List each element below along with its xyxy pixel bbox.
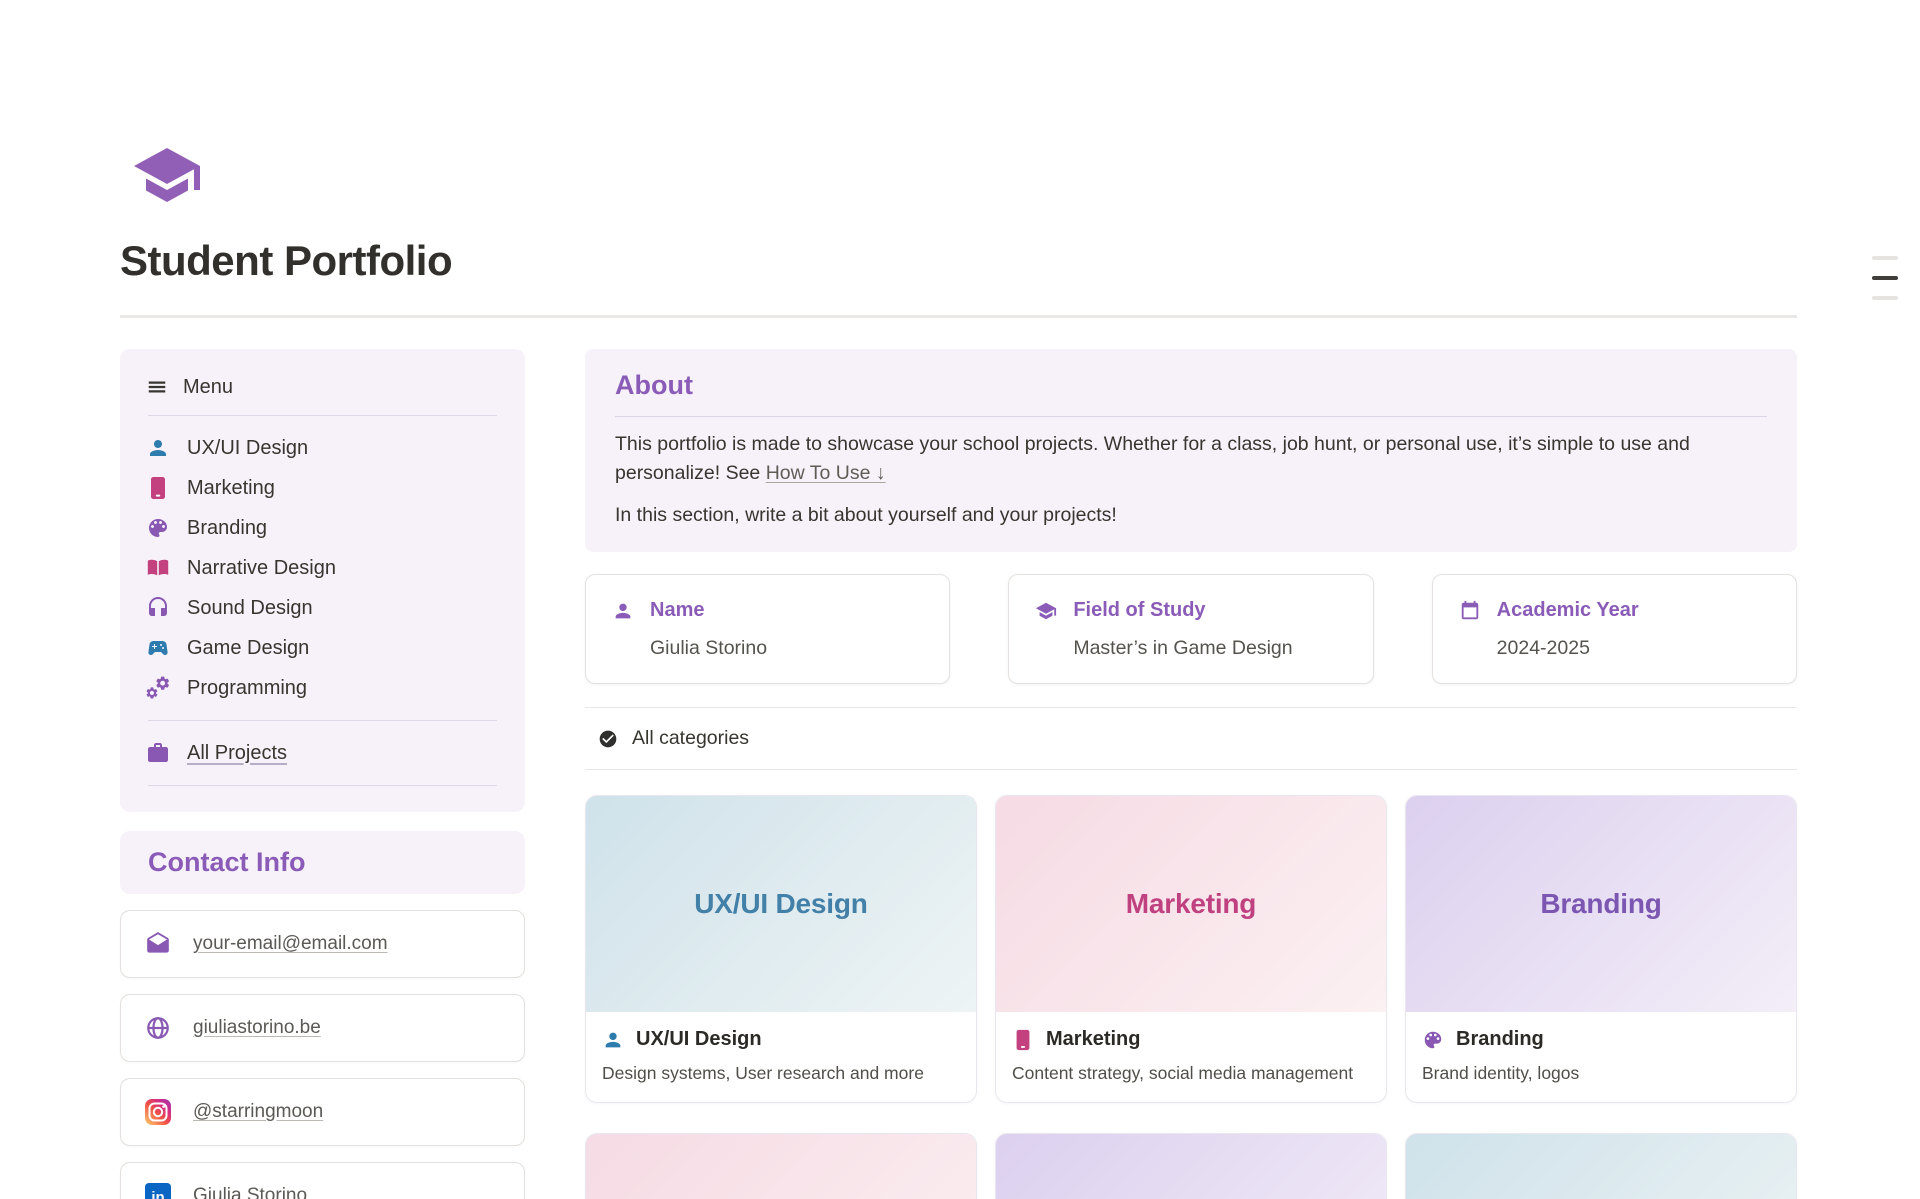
sidebar-item-uxui-design[interactable]: UX/UI Design — [146, 428, 499, 468]
contact-email-link[interactable]: your-email@email.com — [120, 910, 525, 978]
sidebar-item-marketing[interactable]: Marketing — [146, 468, 499, 508]
student-portfolio-page: Student Portfolio Menu UX/UI Design — [0, 0, 1920, 1199]
category-banner — [996, 1134, 1386, 1199]
sidebar-item-sound-design[interactable]: Sound Design — [146, 588, 499, 628]
category-banner — [1406, 1134, 1796, 1199]
page-header: Student Portfolio — [120, 139, 1797, 318]
about-divider — [615, 416, 1767, 417]
category-card-partial-1[interactable] — [585, 1133, 977, 1199]
email-icon — [145, 931, 171, 957]
menu-divider — [148, 415, 497, 416]
category-banner — [586, 1134, 976, 1199]
academic-year-label: Academic Year — [1497, 599, 1639, 622]
field-of-study-card: Field of Study Master’s in Game Design — [1008, 574, 1373, 684]
gears-icon — [146, 676, 170, 700]
sidebar-item-narrative-design[interactable]: Narrative Design — [146, 548, 499, 588]
check-circle-icon — [598, 729, 618, 749]
about-paragraph: This portfolio is made to showcase your … — [615, 430, 1720, 488]
category-name: Branding — [1456, 1028, 1544, 1051]
contact-website-link[interactable]: giuliastorino.be — [120, 994, 525, 1062]
contact-linkedin-link[interactable]: in Giulia Storino — [120, 1162, 525, 1199]
instagram-icon — [145, 1099, 171, 1125]
linkedin-icon: in — [145, 1183, 171, 1199]
graduation-cap-icon — [120, 139, 214, 211]
contact-instagram-link[interactable]: @starringmoon — [120, 1078, 525, 1146]
menu-divider — [148, 720, 497, 721]
banner-title: Marketing — [1126, 888, 1256, 920]
sidebar-item-all-projects[interactable]: All Projects — [146, 733, 499, 773]
name-value: Giulia Storino — [650, 637, 923, 660]
category-nav: UX/UI Design Marketing Branding Narrativ… — [146, 428, 499, 708]
palette-icon — [146, 516, 170, 540]
banner-title: Branding — [1540, 888, 1661, 920]
category-card-partial-2[interactable] — [995, 1133, 1387, 1199]
category-description: Brand identity, logos — [1422, 1063, 1780, 1084]
smartphone-icon — [1012, 1029, 1034, 1051]
smartphone-icon — [146, 476, 170, 500]
globe-icon — [145, 1015, 171, 1041]
category-description: Design systems, User research and more — [602, 1063, 960, 1084]
briefcase-icon — [146, 741, 170, 765]
category-card-marketing[interactable]: Marketing Marketing Content strategy, so… — [995, 795, 1387, 1103]
contact-info-card: Contact Info — [120, 831, 525, 894]
category-banner: Branding — [1406, 796, 1796, 1012]
palette-icon — [1422, 1029, 1444, 1051]
name-card: Name Giulia Storino — [585, 574, 950, 684]
about-section: About This portfolio is made to showcase… — [585, 349, 1797, 552]
category-card-branding[interactable]: Branding Branding Brand identity, logos — [1405, 795, 1797, 1103]
about-heading: About — [615, 370, 1767, 401]
page-title: Student Portfolio — [120, 236, 1797, 286]
graduation-cap-icon — [1035, 600, 1057, 622]
menu-card: Menu UX/UI Design Marketing Branding — [120, 349, 525, 812]
academic-year-card: Academic Year 2024-2025 — [1432, 574, 1797, 684]
calendar-icon — [1459, 600, 1481, 622]
category-name: UX/UI Design — [636, 1028, 762, 1051]
sidebar-item-programming[interactable]: Programming — [146, 668, 499, 708]
how-to-use-link[interactable]: How To Use ↓ — [766, 462, 886, 484]
hamburger-icon — [146, 376, 168, 398]
headphones-icon — [146, 596, 170, 620]
category-cards-row-2 — [585, 1133, 1797, 1199]
contact-info-heading: Contact Info — [148, 847, 305, 878]
open-book-icon — [146, 556, 170, 580]
sidebar-item-game-design[interactable]: Game Design — [146, 628, 499, 668]
user-icon — [146, 436, 170, 460]
menu-divider — [148, 785, 497, 786]
academic-year-value: 2024-2025 — [1497, 637, 1770, 660]
field-of-study-value: Master’s in Game Design — [1073, 637, 1346, 660]
profile-info-row: Name Giulia Storino Field of Study Maste… — [585, 574, 1797, 684]
category-banner: UX/UI Design — [586, 796, 976, 1012]
svg-text:in: in — [151, 1189, 164, 1199]
category-name: Marketing — [1046, 1028, 1140, 1051]
menu-toggle[interactable]: Menu — [146, 371, 499, 403]
banner-title: UX/UI Design — [694, 888, 867, 920]
filter-label: All categories — [632, 727, 749, 750]
category-card-uxui[interactable]: UX/UI Design UX/UI Design Design systems… — [585, 795, 977, 1103]
menu-label: Menu — [183, 376, 233, 399]
category-description: Content strategy, social media managemen… — [1012, 1063, 1370, 1084]
category-cards-row: UX/UI Design UX/UI Design Design systems… — [585, 795, 1797, 1103]
category-banner: Marketing — [996, 796, 1386, 1012]
user-icon — [602, 1029, 624, 1051]
all-categories-filter[interactable]: All categories — [585, 707, 1797, 770]
category-card-partial-3[interactable] — [1405, 1133, 1797, 1199]
field-of-study-label: Field of Study — [1073, 599, 1205, 622]
about-paragraph-2: In this section, write a bit about yours… — [615, 501, 1767, 530]
name-label: Name — [650, 599, 704, 622]
user-icon — [612, 600, 634, 622]
main-content: About This portfolio is made to showcase… — [585, 349, 1797, 1199]
gamepad-icon — [146, 636, 170, 660]
header-divider — [120, 315, 1797, 318]
sidebar-item-branding[interactable]: Branding — [146, 508, 499, 548]
sidebar: Menu UX/UI Design Marketing Branding — [120, 349, 525, 1199]
